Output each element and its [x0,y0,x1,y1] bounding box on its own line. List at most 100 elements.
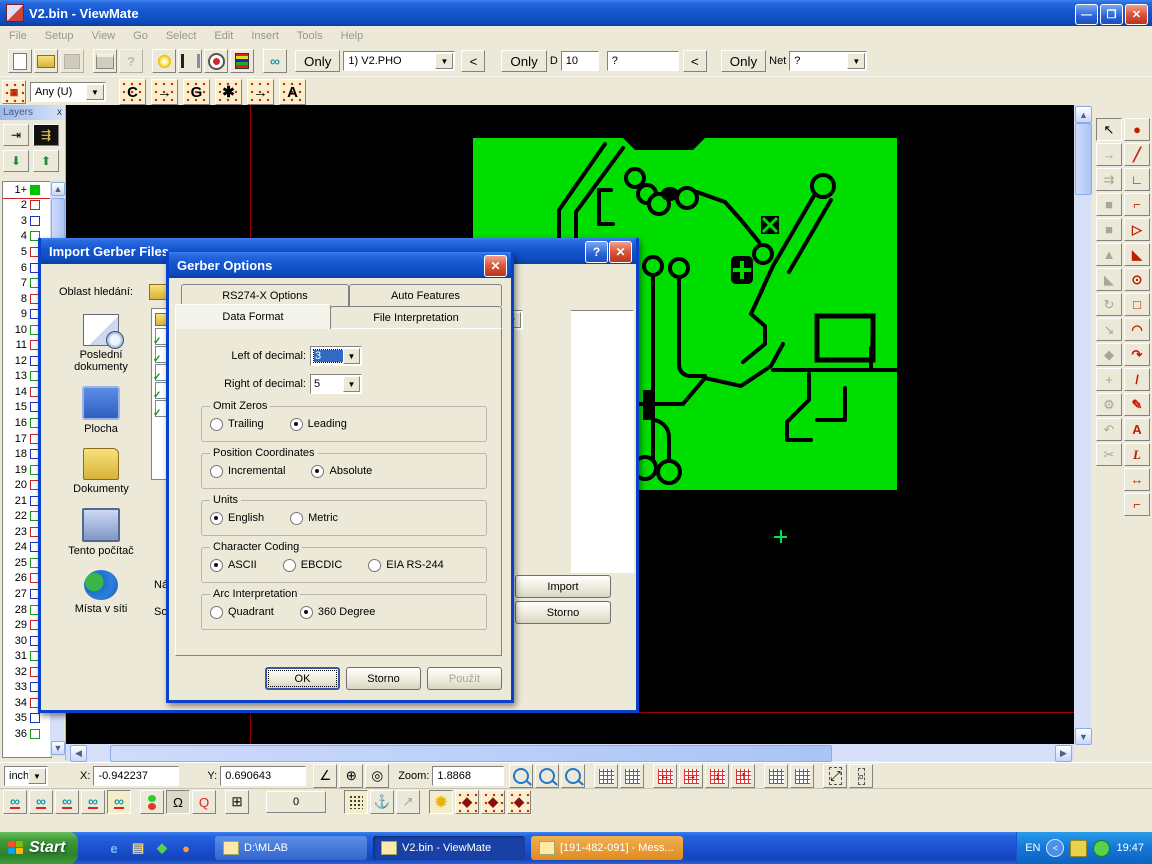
dcode-c-tool[interactable]: C [119,79,146,105]
flash-mode-icon[interactable]: ✹ [429,790,453,814]
stretch-icon[interactable]: ↗ [396,790,420,814]
dimension-tool[interactable]: ↔ [1124,468,1150,491]
prev-layer-button[interactable]: < [461,50,485,72]
unit-combo[interactable]: inch ▼ [4,766,48,786]
chevron-down-icon[interactable]: ▼ [86,84,104,100]
dcode-flash-tool[interactable]: ✱ [215,79,242,105]
close-icon[interactable]: ✕ [484,255,507,277]
zoom-selection-icon[interactable] [535,764,559,788]
menu-help[interactable]: Help [332,28,373,44]
radio-eia-rs-244[interactable]: EIA RS-244 [368,559,443,572]
layer-colors-icon[interactable] [230,49,254,73]
bulb-off-icon[interactable]: Ω [166,790,190,814]
move-to-point-tool[interactable]: → [1096,143,1122,166]
task-mlab[interactable]: D:\MLAB [215,836,367,860]
swap-tool[interactable]: ◆ [1096,343,1122,366]
only-layer-button[interactable]: Only [295,50,340,72]
scroll-up-icon[interactable]: ▲ [1075,106,1092,123]
menu-select[interactable]: Select [157,28,206,44]
arc-tool[interactable]: ◠ [1124,318,1150,341]
circle-select-icon[interactable] [204,49,228,73]
minimize-button[interactable]: — [1075,4,1098,25]
place-network[interactable]: Místa v síti [53,570,149,615]
undo-tool[interactable]: ↶ [1096,418,1122,441]
layer-combo[interactable]: 1) V2.PHO ▼ [343,51,455,71]
layer-stack-icon[interactable]: ⇶ [33,124,59,146]
task-viewmate[interactable]: V2.bin - ViewMate [373,836,525,860]
layers-panel-header[interactable]: Layers x [0,105,65,120]
line-tool[interactable]: ╱ [1124,143,1150,166]
scroll-up-icon[interactable]: ▲ [51,182,65,196]
layer-row-1[interactable]: 1+ [3,182,51,198]
close-icon[interactable]: ✕ [609,241,632,263]
text-tool[interactable]: A [1124,418,1150,441]
radio-360-degree[interactable]: 360 Degree [300,606,376,619]
storno-button[interactable]: Storno [515,601,611,624]
circle-tool[interactable]: ⊙ [1124,268,1150,291]
curve-tool[interactable]: ↷ [1124,343,1150,366]
glasses-icon[interactable]: ∞ [263,49,287,73]
print-icon[interactable] [93,49,117,73]
prev-net-button[interactable]: < [683,50,707,72]
chevron-down-icon[interactable]: ▼ [847,53,865,69]
scroll-down-icon[interactable]: ▼ [51,741,65,755]
view-all-icon[interactable]: ∞ [107,790,131,814]
pan-right-icon[interactable]: → [679,764,703,788]
close-icon[interactable]: x [57,107,62,118]
scatter-tool[interactable]: ↘ [1096,318,1122,341]
apply-button[interactable]: Použít [427,667,502,690]
menu-view[interactable]: View [82,28,124,44]
radio-trailing[interactable]: Trailing [210,418,264,431]
corner-tool[interactable]: ⌐ [1124,493,1150,516]
menu-tools[interactable]: Tools [288,28,332,44]
left-of-decimal-combo[interactable]: 3 ▼ [310,346,362,366]
bulb-outline-icon[interactable]: Q [192,790,216,814]
dot-grid-icon[interactable] [344,790,368,814]
tab-rs274x[interactable]: RS274-X Options [181,284,349,306]
tab-auto-features[interactable]: Auto Features [349,284,502,306]
layer-color-swatch[interactable] [30,200,40,210]
chevron-down-icon[interactable]: ▼ [343,348,360,364]
move-up-icon[interactable]: ⬆ [33,150,59,172]
only-dcode-button[interactable]: Only [501,50,546,72]
new-file-icon[interactable] [8,49,32,73]
storno-button[interactable]: Storno [346,667,421,690]
help-button[interactable]: ? [585,241,608,263]
move-points-tool[interactable]: ⇉ [1096,168,1122,191]
view-traces-icon[interactable]: ∞ [81,790,105,814]
scroll-left-icon[interactable]: ◀ [70,745,87,762]
ie-icon[interactable]: e [104,838,124,858]
select-dcode-icon[interactable]: ▦ [2,80,26,104]
locate-icon[interactable]: ◎ [365,764,389,788]
view-lines-icon[interactable]: ∞ [29,790,53,814]
save-file-icon[interactable] [60,49,84,73]
pan-down-icon[interactable]: ↓ [705,764,729,788]
dcode-text-tool[interactable]: A [279,79,306,105]
layer-color-swatch[interactable] [30,713,40,723]
fill-rect2-tool[interactable]: ■ [1096,218,1122,241]
layer-color-swatch[interactable] [30,185,40,195]
move-layer-icon[interactable]: ⇥ [3,124,29,146]
triangle-tool[interactable]: ◣ [1124,243,1150,266]
chevron-down-icon[interactable]: ▼ [435,53,453,69]
gerber-dialog-titlebar[interactable]: Gerber Options ✕ [169,252,511,278]
pan-up-icon[interactable]: ↑ [731,764,755,788]
folder-quick-icon[interactable]: ▤ [128,838,148,858]
pan-left-icon[interactable]: ← [653,764,677,788]
rotate-tool[interactable]: ↻ [1096,293,1122,316]
move-down-icon[interactable]: ⬇ [3,150,29,172]
net-combo[interactable]: ? ▼ [789,51,867,71]
align-tool[interactable]: + [1096,368,1122,391]
radio-quadrant[interactable]: Quadrant [210,606,274,619]
target-icon[interactable]: ⊕ [339,764,363,788]
fill-rect-tool[interactable]: ■ [1096,193,1122,216]
measure-icon[interactable] [178,49,202,73]
window-select-icon[interactable]: ▫ [849,764,873,788]
menu-edit[interactable]: Edit [205,28,242,44]
layer-color-swatch[interactable] [30,216,40,226]
layers-scroll-thumb[interactable] [51,198,65,240]
firefox-icon[interactable]: ● [176,838,196,858]
scroll-right-icon[interactable]: ▶ [1055,745,1072,762]
anchor-icon[interactable]: ⚓ [370,790,394,814]
polyline-tool[interactable]: ∟ [1124,168,1150,191]
